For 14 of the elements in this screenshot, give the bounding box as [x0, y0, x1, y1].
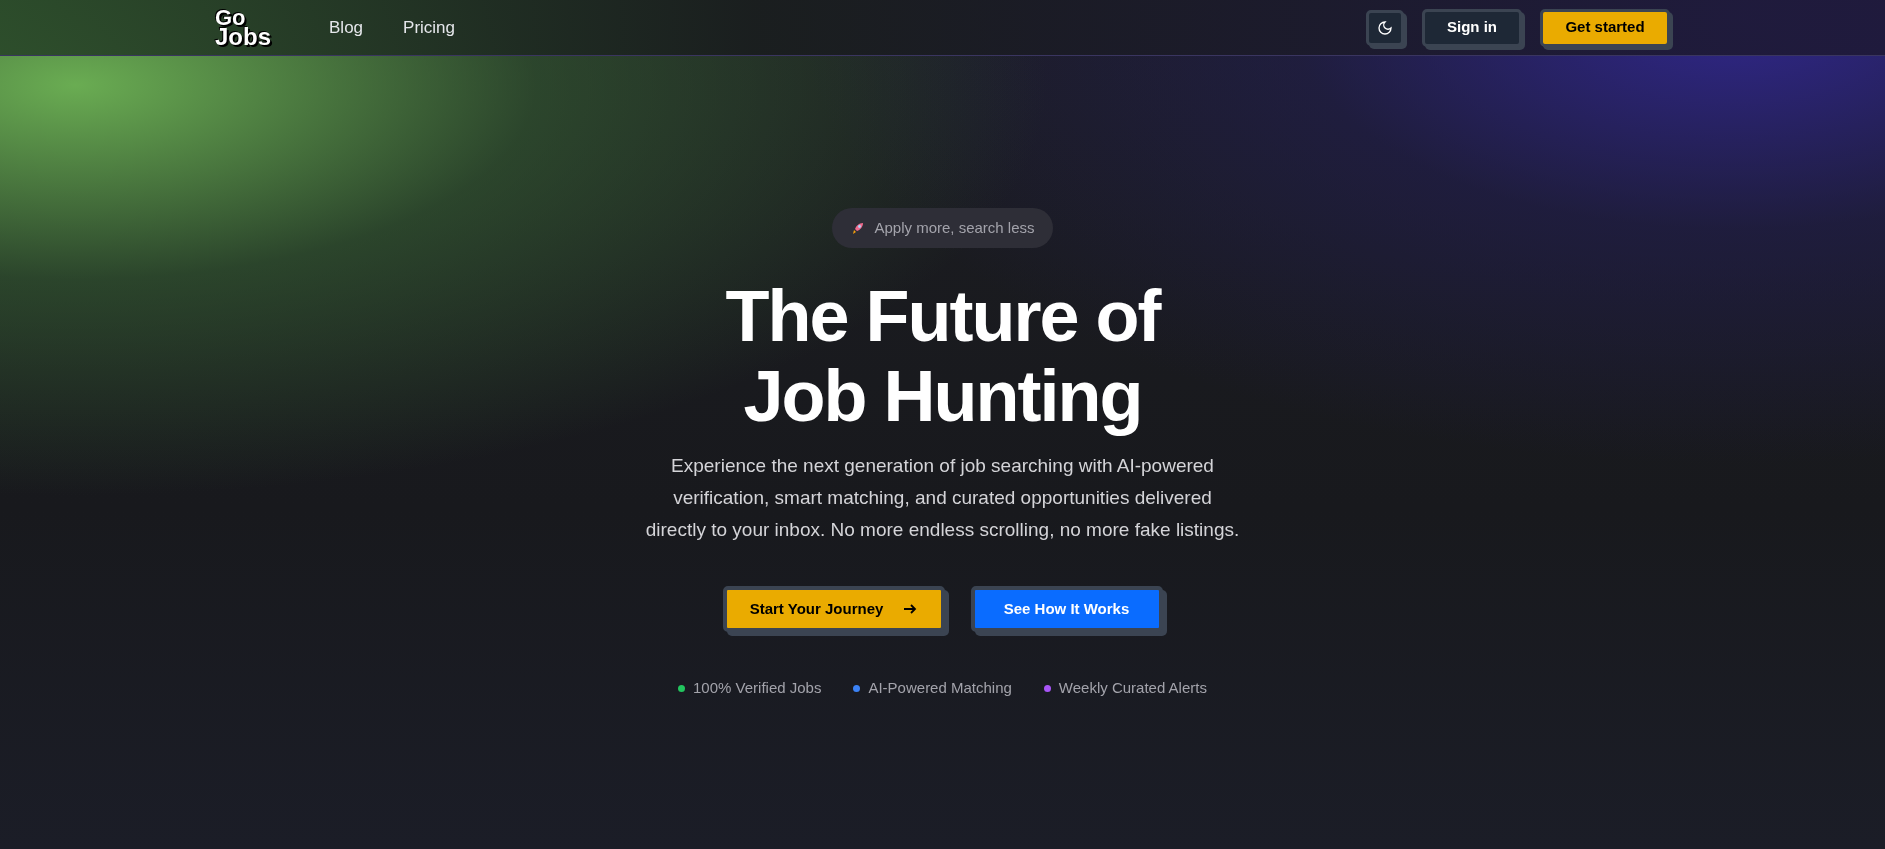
get-started-button[interactable]: Get started [1540, 8, 1670, 47]
feature-label: 100% Verified Jobs [693, 678, 822, 698]
feature-label: AI-Powered Matching [868, 678, 1012, 698]
sign-in-button[interactable]: Sign in [1422, 8, 1522, 47]
nav-link[interactable]: Pricing [403, 14, 455, 41]
theme-toggle-button[interactable] [1366, 9, 1404, 46]
feature-label: Weekly Curated Alerts [1058, 678, 1207, 698]
nav-link[interactable]: Blog [329, 14, 364, 41]
logo[interactable]: Go Jobs [215, 9, 271, 46]
hero-description: Experience the next generation of job searching with AI-powered verification, smart matching, and curated opportunities delivered directly to your inbox. No more endless scrolling, no more fake listings. [644, 454, 1241, 542]
tagline-text: Apply more, search less [874, 217, 1035, 238]
hero-title: Job Hunting [743, 356, 1142, 436]
moon-icon [1377, 19, 1393, 36]
hero-title: The Future of [725, 276, 1160, 356]
